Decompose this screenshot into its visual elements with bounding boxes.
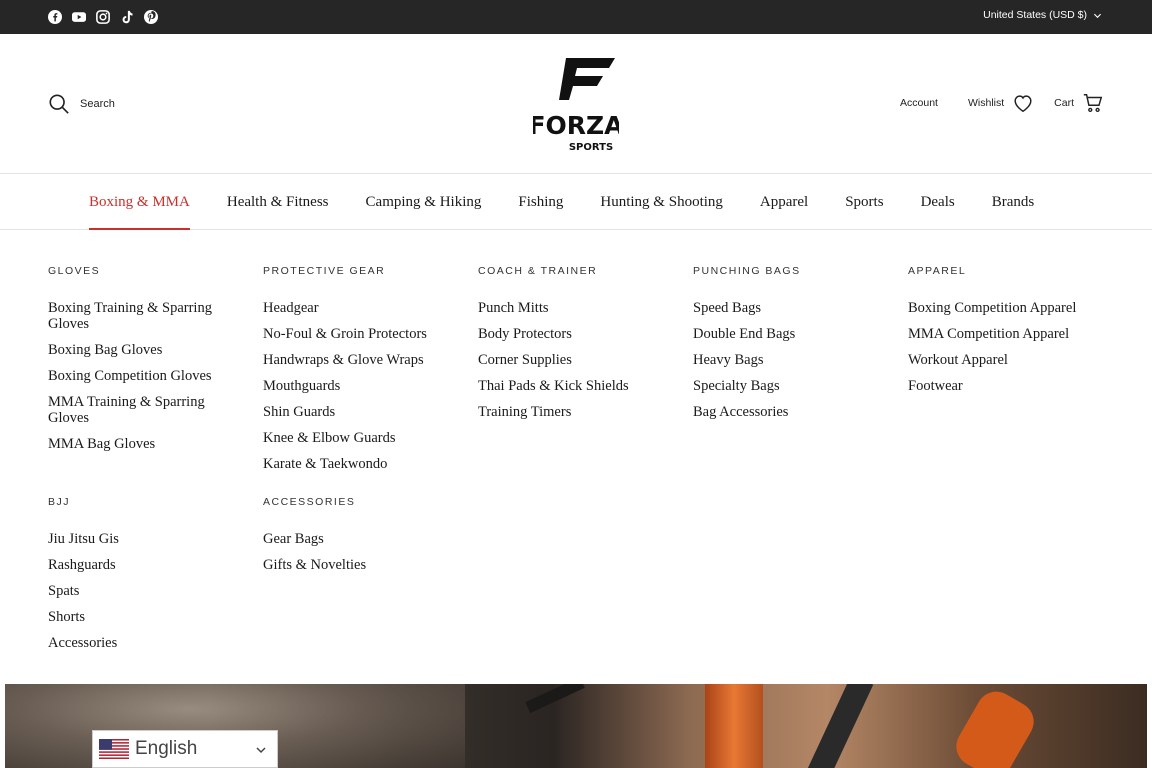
wishlist-label: Wishlist xyxy=(967,97,1005,109)
menu-link[interactable]: MMA Training & Sparring Gloves xyxy=(48,394,243,426)
social-links xyxy=(48,10,158,24)
menu-link[interactable]: Jiu Jitsu Gis xyxy=(48,531,243,547)
pinterest-icon[interactable] xyxy=(144,10,158,24)
menu-link[interactable]: Workout Apparel xyxy=(908,352,1103,368)
currency-selector[interactable]: United States (USD $) xyxy=(983,9,1102,21)
menu-link[interactable]: Handwraps & Glove Wraps xyxy=(263,352,458,368)
search-button[interactable]: Search xyxy=(48,93,115,115)
tiktok-icon[interactable] xyxy=(120,10,134,24)
site-header: Search FORZA SPORTS Account Wishlist Car… xyxy=(0,34,1152,174)
nav-camping-hiking[interactable]: Camping & Hiking xyxy=(366,175,482,230)
cart-icon xyxy=(1083,94,1103,113)
menu-column-protective-gear: PROTECTIVE GEAR Headgear No-Foul & Groin… xyxy=(263,265,458,482)
mega-menu: GLOVES Boxing Training & Sparring Gloves… xyxy=(48,230,1108,680)
menu-column-punching-bags: PUNCHING BAGS Speed Bags Double End Bags… xyxy=(693,265,888,430)
menu-column-coach-trainer: COACH & TRAINER Punch Mitts Body Protect… xyxy=(478,265,673,430)
facebook-icon[interactable] xyxy=(48,10,62,24)
us-flag-icon xyxy=(99,739,129,759)
account-link[interactable]: Account xyxy=(900,97,938,109)
language-label: English xyxy=(135,738,198,759)
nav-boxing-mma[interactable]: Boxing & MMA xyxy=(89,175,190,230)
chevron-down-icon xyxy=(256,747,266,754)
header-actions: Account Wishlist Cart xyxy=(900,92,1104,114)
nav-health-fitness[interactable]: Health & Fitness xyxy=(227,175,329,230)
currency-label: United States (USD $) xyxy=(983,9,1087,21)
menu-link[interactable]: Speed Bags xyxy=(693,300,888,316)
menu-link[interactable]: MMA Bag Gloves xyxy=(48,436,243,452)
menu-link[interactable]: MMA Competition Apparel xyxy=(908,326,1103,342)
menu-link[interactable]: Spats xyxy=(48,583,243,599)
menu-heading: BJJ xyxy=(48,496,71,508)
site-logo[interactable]: FORZA SPORTS xyxy=(528,54,624,154)
menu-column-accessories: ACCESSORIES Gear Bags Gifts & Novelties xyxy=(263,496,458,583)
nav-hunting-shooting[interactable]: Hunting & Shooting xyxy=(600,175,723,230)
menu-link[interactable]: Headgear xyxy=(263,300,458,316)
menu-heading: COACH & TRAINER xyxy=(478,265,598,277)
nav-brands[interactable]: Brands xyxy=(992,175,1035,230)
menu-link[interactable]: Training Timers xyxy=(478,404,673,420)
menu-link[interactable]: Specialty Bags xyxy=(693,378,888,394)
cart-label: Cart xyxy=(1054,97,1074,109)
search-label: Search xyxy=(80,98,115,110)
menu-link[interactable]: Rashguards xyxy=(48,557,243,573)
account-label: Account xyxy=(900,97,938,109)
menu-heading: ACCESSORIES xyxy=(263,496,356,508)
menu-link[interactable]: Shin Guards xyxy=(263,404,458,420)
menu-heading: PUNCHING BAGS xyxy=(693,265,801,277)
menu-link[interactable]: Corner Supplies xyxy=(478,352,673,368)
language-selector[interactable]: English xyxy=(92,730,278,768)
cart-link[interactable]: Cart xyxy=(1054,92,1104,114)
forza-logo-mark: FORZA SPORTS xyxy=(528,58,624,153)
menu-link[interactable]: Body Protectors xyxy=(478,326,673,342)
menu-link[interactable]: Boxing Training & Sparring Gloves xyxy=(48,300,243,332)
wishlist-link[interactable]: Wishlist xyxy=(968,92,1034,114)
menu-column-bjj: BJJ Jiu Jitsu Gis Rashguards Spats Short… xyxy=(48,496,243,661)
menu-link[interactable]: Punch Mitts xyxy=(478,300,673,316)
main-navigation: Boxing & MMA Health & Fitness Camping & … xyxy=(0,175,1152,230)
menu-link[interactable]: Shorts xyxy=(48,609,243,625)
menu-link[interactable]: Boxing Competition Gloves xyxy=(48,368,243,384)
nav-fishing[interactable]: Fishing xyxy=(518,175,563,230)
heart-icon xyxy=(1014,95,1032,113)
menu-link[interactable]: No-Foul & Groin Protectors xyxy=(263,326,458,342)
menu-link[interactable]: Footwear xyxy=(908,378,1103,394)
announcement-bar: United States (USD $) xyxy=(0,0,1152,34)
nav-apparel[interactable]: Apparel xyxy=(760,175,808,230)
instagram-icon[interactable] xyxy=(96,10,110,24)
nav-deals[interactable]: Deals xyxy=(921,175,955,230)
menu-heading: APPAREL xyxy=(908,265,967,277)
menu-heading: GLOVES xyxy=(48,265,101,277)
menu-link[interactable]: Mouthguards xyxy=(263,378,458,394)
menu-column-gloves: GLOVES Boxing Training & Sparring Gloves… xyxy=(48,265,243,462)
menu-heading: PROTECTIVE GEAR xyxy=(263,265,386,277)
menu-link[interactable]: Knee & Elbow Guards xyxy=(263,430,458,446)
menu-link[interactable]: Boxing Bag Gloves xyxy=(48,342,243,358)
menu-link[interactable]: Heavy Bags xyxy=(693,352,888,368)
menu-column-apparel: APPAREL Boxing Competition Apparel MMA C… xyxy=(908,265,1103,404)
chevron-down-icon xyxy=(1093,13,1102,18)
menu-link[interactable]: Boxing Competition Apparel xyxy=(908,300,1103,316)
youtube-icon[interactable] xyxy=(72,10,86,24)
menu-link[interactable]: Karate & Taekwondo xyxy=(263,456,458,472)
menu-link[interactable]: Gear Bags xyxy=(263,531,458,547)
menu-link[interactable]: Accessories xyxy=(48,635,243,651)
search-icon xyxy=(49,94,69,114)
menu-link[interactable]: Gifts & Novelties xyxy=(263,557,458,573)
logo-subtext: SPORTS xyxy=(569,142,613,153)
menu-link[interactable]: Thai Pads & Kick Shields xyxy=(478,378,673,394)
logo-text: FORZA xyxy=(533,111,619,140)
nav-sports[interactable]: Sports xyxy=(845,175,883,230)
menu-link[interactable]: Double End Bags xyxy=(693,326,888,342)
menu-link[interactable]: Bag Accessories xyxy=(693,404,888,420)
